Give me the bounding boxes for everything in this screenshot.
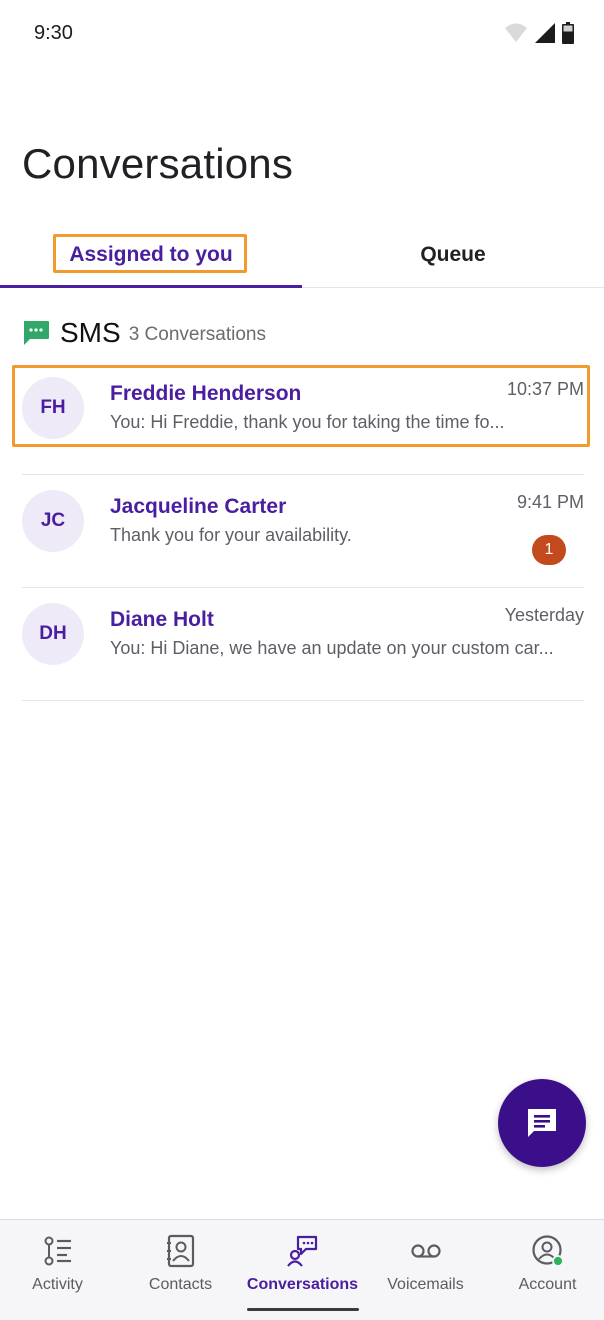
account-icon [531,1235,564,1267]
nav-activity-label: Activity [32,1276,83,1293]
conversation-list: FH Freddie Henderson You: Hi Freddie, th… [0,362,604,701]
contacts-icon [166,1234,194,1268]
nav-account[interactable]: Account [487,1220,604,1320]
conversation-item[interactable]: FH Freddie Henderson You: Hi Freddie, th… [0,362,604,475]
nav-conversations[interactable]: Conversations [242,1220,363,1320]
tab-bar: Assigned to you Queue [0,222,604,288]
wifi-icon [505,23,527,42]
section-title: SMS [60,317,121,348]
conversations-icon [286,1235,317,1267]
conversation-item[interactable]: JC Jacqueline Carter Thank you for your … [0,475,604,588]
message-time: Yesterday [504,605,584,625]
contact-name: Diane Holt [110,608,214,631]
new-message-icon [528,1109,556,1137]
tab-assigned-to-you-label: Assigned to you [69,242,233,266]
sms-icon [24,321,49,345]
bottom-navigation: Activity Contacts Conversations Voicemai… [0,1219,604,1320]
nav-conversations-label: Conversations [246,1276,359,1293]
status-bar: 9:30 [0,0,604,70]
tab-assigned-to-you[interactable]: Assigned to you [0,222,302,287]
message-time: 10:37 PM [506,379,584,399]
status-time: 9:30 [34,22,73,44]
nav-active-indicator [247,1308,359,1311]
nav-voicemails[interactable]: Voicemails [365,1220,486,1320]
new-message-button[interactable] [498,1079,586,1167]
tab-queue-label: Queue [420,242,486,266]
tab-queue[interactable]: Queue [302,222,604,287]
avatar: JC [22,490,84,552]
avatar: FH [22,377,84,439]
battery-icon [562,22,574,44]
message-preview: You: Hi Diane, we have an update on your… [110,638,554,658]
contact-name: Jacqueline Carter [110,495,287,518]
nav-account-label: Account [518,1276,577,1293]
nav-voicemails-label: Voicemails [387,1276,464,1293]
status-icons [504,22,574,44]
conversation-count: 3 Conversations [128,324,266,345]
avatar: DH [22,603,84,665]
nav-contacts-label: Contacts [148,1276,213,1293]
page-title: Conversations [22,140,294,187]
contact-name: Freddie Henderson [110,382,302,405]
message-time: 9:41 PM [516,492,584,512]
conversation-item[interactable]: DH Diane Holt You: Hi Diane, we have an … [0,588,604,701]
activity-icon [44,1236,71,1266]
voicemail-icon [410,1244,441,1258]
nav-contacts[interactable]: Contacts [120,1220,241,1320]
message-preview: Thank you for your availability. [110,525,352,545]
unread-badge: 1 [532,535,566,565]
tab-active-indicator [0,285,302,288]
message-preview: You: Hi Freddie, thank you for taking th… [110,412,505,432]
nav-activity[interactable]: Activity [0,1220,118,1320]
sms-section-header: SMS 3 Conversations [22,316,266,350]
cellular-signal-icon [535,23,555,43]
list-divider [22,700,584,701]
